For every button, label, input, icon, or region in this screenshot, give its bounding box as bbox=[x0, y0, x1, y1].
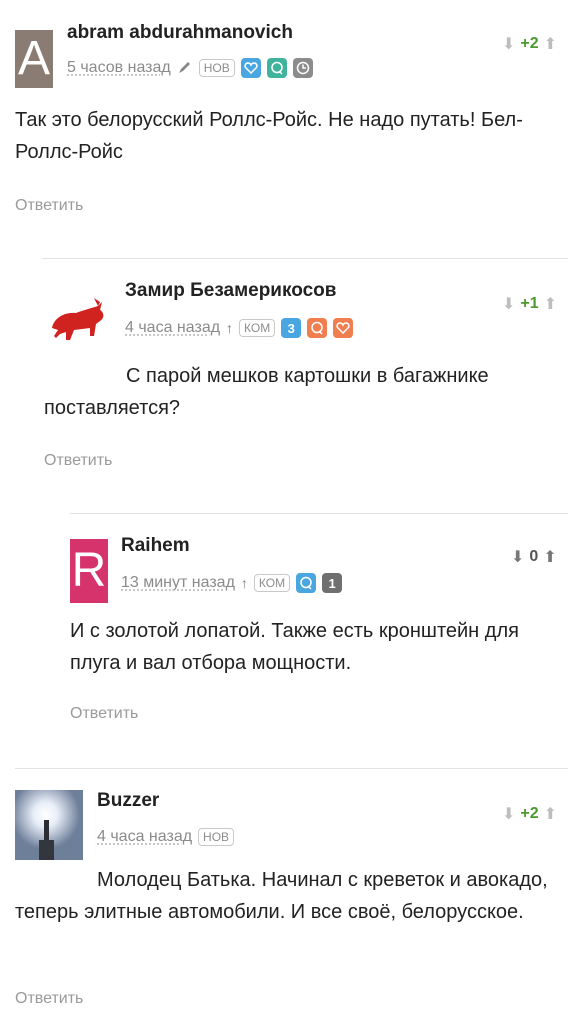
comment-tag: КОМ bbox=[253, 574, 291, 592]
comment-meta: 4 часа назад НОВ bbox=[97, 828, 235, 846]
upvote-icon[interactable]: ⬆ bbox=[544, 294, 557, 314]
comment-meta: 13 минут назад ↑ КОМ 1 bbox=[121, 573, 343, 593]
comment-text: Молодец Батька. Начинал с креветок и аво… bbox=[15, 869, 548, 923]
timestamp[interactable]: 4 часа назад bbox=[97, 828, 192, 846]
up-arrow-icon: ↑ bbox=[240, 575, 248, 591]
timestamp[interactable]: 13 минут назад bbox=[121, 574, 235, 592]
downvote-icon[interactable]: ⬇ bbox=[511, 547, 524, 567]
avatar[interactable] bbox=[44, 288, 110, 354]
rating: ⬇ +1 ⬆ bbox=[502, 294, 557, 314]
comment: Замир Безамерикосов 4 часа назад ↑ КОМ 3… bbox=[0, 258, 578, 513]
reply-link[interactable]: Ответить bbox=[15, 990, 83, 1008]
rating-value: +1 bbox=[520, 295, 539, 312]
comment: Buzzer 4 часа назад НОВ ⬇ +2 ⬆ Молодец Б… bbox=[0, 768, 578, 1024]
reply-link[interactable]: Ответить bbox=[44, 452, 112, 470]
author-name[interactable]: Buzzer bbox=[97, 790, 159, 812]
author-name[interactable]: Замир Безамерикосов bbox=[125, 280, 336, 302]
new-tag: НОВ bbox=[198, 828, 235, 846]
rating-value: +2 bbox=[520, 805, 539, 822]
rating-value: 0 bbox=[529, 548, 539, 565]
reply-link[interactable]: Ответить bbox=[70, 705, 138, 723]
avatar[interactable] bbox=[15, 790, 83, 860]
rating: ⬇ +2 ⬆ bbox=[502, 34, 557, 54]
timestamp[interactable]: 4 часа назад bbox=[125, 319, 220, 337]
reply-link[interactable]: Ответить bbox=[15, 197, 83, 215]
comment-meta: 5 часов назад НОВ bbox=[67, 58, 313, 78]
upvote-icon[interactable]: ⬆ bbox=[543, 547, 556, 567]
heart-icon[interactable] bbox=[333, 318, 354, 338]
rating-value: +2 bbox=[520, 35, 539, 52]
comment-icon[interactable] bbox=[307, 318, 328, 338]
comment-tag: КОМ bbox=[239, 319, 276, 337]
downvote-icon[interactable]: ⬇ bbox=[502, 34, 515, 54]
comment-icon[interactable] bbox=[266, 58, 287, 78]
count-badge[interactable]: 1 bbox=[322, 573, 343, 593]
new-tag: НОВ bbox=[198, 59, 235, 77]
comment-meta: 4 часа назад ↑ КОМ 3 bbox=[125, 318, 354, 338]
author-name[interactable]: Raihem bbox=[121, 535, 190, 557]
bull-logo-icon bbox=[52, 298, 104, 340]
clock-icon[interactable] bbox=[292, 58, 313, 78]
rating: ⬇ 0 ⬆ bbox=[511, 547, 557, 567]
timestamp[interactable]: 5 часов назад bbox=[67, 59, 171, 77]
comment-text: С парой мешков картошки в багажнике пост… bbox=[44, 365, 489, 419]
downvote-icon[interactable]: ⬇ bbox=[502, 804, 515, 824]
downvote-icon[interactable]: ⬇ bbox=[502, 294, 515, 314]
up-arrow-icon: ↑ bbox=[226, 320, 234, 336]
rating: ⬇ +2 ⬆ bbox=[502, 804, 557, 824]
upvote-icon[interactable]: ⬆ bbox=[544, 34, 557, 54]
comment-text: Так это белорусский Роллс-Ройс. Не надо … bbox=[15, 109, 523, 163]
comment: R Raihem 13 минут назад ↑ КОМ 1 ⬇ 0 ⬆ И … bbox=[0, 513, 578, 768]
avatar[interactable]: A bbox=[15, 30, 53, 88]
edit-icon bbox=[177, 59, 193, 78]
author-name[interactable]: abram abdurahmanovich bbox=[67, 22, 293, 44]
avatar[interactable]: R bbox=[70, 539, 108, 603]
comment-text: И с золотой лопатой. Также есть кронштей… bbox=[70, 620, 519, 674]
comment-icon[interactable] bbox=[296, 573, 317, 593]
lamp-photo-icon bbox=[15, 790, 83, 860]
count-badge[interactable]: 3 bbox=[281, 318, 302, 338]
comment: A abram abdurahmanovich 5 часов назад НО… bbox=[0, 0, 578, 240]
upvote-icon[interactable]: ⬆ bbox=[544, 804, 557, 824]
heart-icon[interactable] bbox=[240, 58, 261, 78]
